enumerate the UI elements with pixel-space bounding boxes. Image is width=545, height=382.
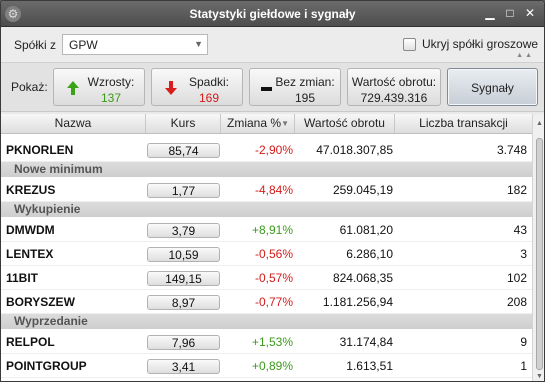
turnover-cell: 31.174,84	[339, 335, 393, 349]
change-cell: +8,91%	[251, 223, 293, 237]
minimize-icon[interactable]: ▁	[482, 5, 498, 21]
transactions-cell: 1	[520, 359, 527, 373]
gainers-label: Wzrosty:	[87, 75, 135, 89]
unchanged-button[interactable]: Bez zmian: 195	[249, 68, 341, 106]
transactions-cell: 9	[520, 335, 527, 349]
turnover-label: Wartość obrotu:	[351, 75, 437, 89]
losers-button[interactable]: Spadki: 169	[151, 68, 243, 106]
table-header: Nazwa Kurs Zmiana % ▼ Wartość obrotu Lic…	[1, 114, 532, 134]
window-controls: ▁ □ ✕	[482, 5, 538, 21]
stock-name: DMWDM	[6, 223, 55, 237]
stock-name: BORYSZEW	[6, 295, 75, 309]
checkbox-box[interactable]	[403, 37, 416, 51]
section-header: Nowe minimum	[1, 162, 532, 177]
turnover-cell: 1.181.256,94	[322, 295, 393, 309]
transactions-cell: 3	[520, 247, 527, 261]
hide-penny-stocks-checkbox[interactable]: Ukryj spółki groszowe	[403, 37, 538, 51]
stocks-table: Nazwa Kurs Zmiana % ▼ Wartość obrotu Lic…	[1, 114, 544, 381]
price-cell[interactable]: 3,79	[147, 223, 220, 238]
maximize-icon[interactable]: □	[502, 5, 518, 21]
turnover-cell: 824.068,35	[332, 271, 393, 285]
change-cell: -0,77%	[254, 295, 293, 309]
stock-name: KREZUS	[6, 183, 56, 197]
change-cell: -2,90%	[254, 143, 293, 157]
stock-name: LENTEX	[6, 247, 54, 261]
price-cell[interactable]: 149,15	[147, 271, 220, 286]
column-header-name[interactable]: Nazwa	[1, 114, 146, 133]
stock-name: 11BIT	[6, 271, 39, 285]
section-header: Wykupienie	[1, 202, 532, 217]
price-cell[interactable]: 10,59	[147, 247, 220, 262]
losers-count: 169	[198, 91, 220, 105]
price-cell[interactable]: 1,77	[147, 183, 220, 198]
column-header-transactions[interactable]: Liczba transakcji	[395, 114, 532, 133]
change-cell: +0,89%	[251, 359, 293, 373]
losers-label: Spadki:	[188, 75, 230, 89]
column-header-change[interactable]: Zmiana % ▼	[221, 114, 295, 133]
transactions-cell: 3.748	[496, 143, 527, 157]
table-row[interactable]: BORYSZEW 8,97 -0,77% 1.181.256,94 208	[1, 290, 532, 314]
chevron-down-icon: ▼	[194, 39, 203, 49]
price-cell[interactable]: 85,74	[147, 143, 220, 158]
column-header-price[interactable]: Kurs	[146, 114, 221, 133]
table-row[interactable]: LENTEX 10,59 -0,56% 6.286,10 3	[1, 242, 532, 266]
signals-button[interactable]: Sygnały	[447, 68, 538, 106]
show-label: Pokaż:	[11, 80, 48, 94]
filter-bar: Spółki z GPW ▼ Ukryj spółki groszowe ▲▲	[1, 27, 544, 63]
window-title: Statystyki giełdowe i sygnały	[189, 7, 356, 21]
table-row[interactable]: KREZUS 1,77 -4,84% 259.045,19 182	[1, 178, 532, 202]
transactions-cell: 182	[506, 183, 527, 197]
table-row[interactable]: 11BIT 149,15 -0,57% 824.068,35 102	[1, 266, 532, 290]
price-cell[interactable]: 3,41	[147, 359, 220, 374]
price-cell[interactable]: 8,97	[147, 295, 220, 310]
hide-penny-stocks-label: Ukryj spółki groszowe	[422, 37, 539, 51]
signals-label: Sygnały	[471, 81, 514, 95]
show-bar: Pokaż: Wzrosty: 137 Spadki: 169 Bez zmia…	[1, 63, 544, 112]
stock-name: PKNORLEN	[6, 143, 74, 157]
scroll-up-icon[interactable]: ▲	[536, 120, 543, 127]
market-label: Spółki z	[14, 38, 57, 52]
table-row[interactable]: PKNORLEN 85,74 -2,90% 47.018.307,85 3.748	[1, 138, 532, 162]
transactions-cell: 102	[506, 271, 527, 285]
transactions-cell: 43	[513, 223, 527, 237]
vertical-scrollbar[interactable]: ▲ ▼	[532, 114, 544, 381]
change-cell: -0,56%	[254, 247, 293, 261]
change-cell: -0,57%	[254, 271, 293, 285]
turnover-cell: 6.286,10	[346, 247, 393, 261]
turnover-cell: 259.045,19	[332, 183, 393, 197]
price-cell[interactable]: 7,96	[147, 335, 220, 350]
change-cell: +1,53%	[251, 335, 293, 349]
turnover-cell: 1.613,51	[346, 359, 393, 373]
close-icon[interactable]: ✕	[522, 5, 538, 21]
turnover-button[interactable]: Wartość obrotu: 729.439.316	[347, 68, 441, 106]
column-header-turnover[interactable]: Wartość obrotu	[295, 114, 395, 133]
turnover-cell: 61.081,20	[339, 223, 393, 237]
section-header: Wyprzedanie	[1, 314, 532, 329]
table-row[interactable]: DMWDM 3,79 +8,91% 61.081,20 43	[1, 218, 532, 242]
unchanged-label: Bez zmian:	[275, 75, 335, 89]
scroll-down-icon[interactable]: ▼	[536, 373, 543, 380]
title-bar: ⚙ Statystyki giełdowe i sygnały ▁ □ ✕	[1, 1, 544, 27]
market-select[interactable]: GPW ▼	[62, 34, 208, 55]
gainers-button[interactable]: Wzrosty: 137	[53, 68, 145, 106]
unchanged-count: 195	[294, 91, 316, 105]
stock-name: POINTGROUP	[6, 359, 87, 373]
table-row[interactable]: POINTGROUP 3,41 +0,89% 1.613,51 1	[1, 354, 532, 378]
collapse-arrows-icon[interactable]: ▲▲	[516, 52, 534, 59]
stats-window: ⚙ Statystyki giełdowe i sygnały ▁ □ ✕ Sp…	[0, 0, 545, 382]
turnover-value: 729.439.316	[360, 91, 428, 105]
column-header-change-label: Zmiana %	[227, 116, 282, 130]
change-cell: -4,84%	[254, 183, 293, 197]
transactions-cell: 208	[506, 295, 527, 309]
stock-name: RELPOL	[6, 335, 55, 349]
scrollbar-thumb[interactable]	[536, 138, 543, 370]
market-select-value: GPW	[69, 38, 98, 52]
sort-desc-icon: ▼	[281, 119, 289, 128]
table-row[interactable]: RELPOL 7,96 +1,53% 31.174,84 9	[1, 330, 532, 354]
gainers-count: 137	[100, 91, 122, 105]
turnover-cell: 47.018.307,85	[316, 143, 393, 157]
